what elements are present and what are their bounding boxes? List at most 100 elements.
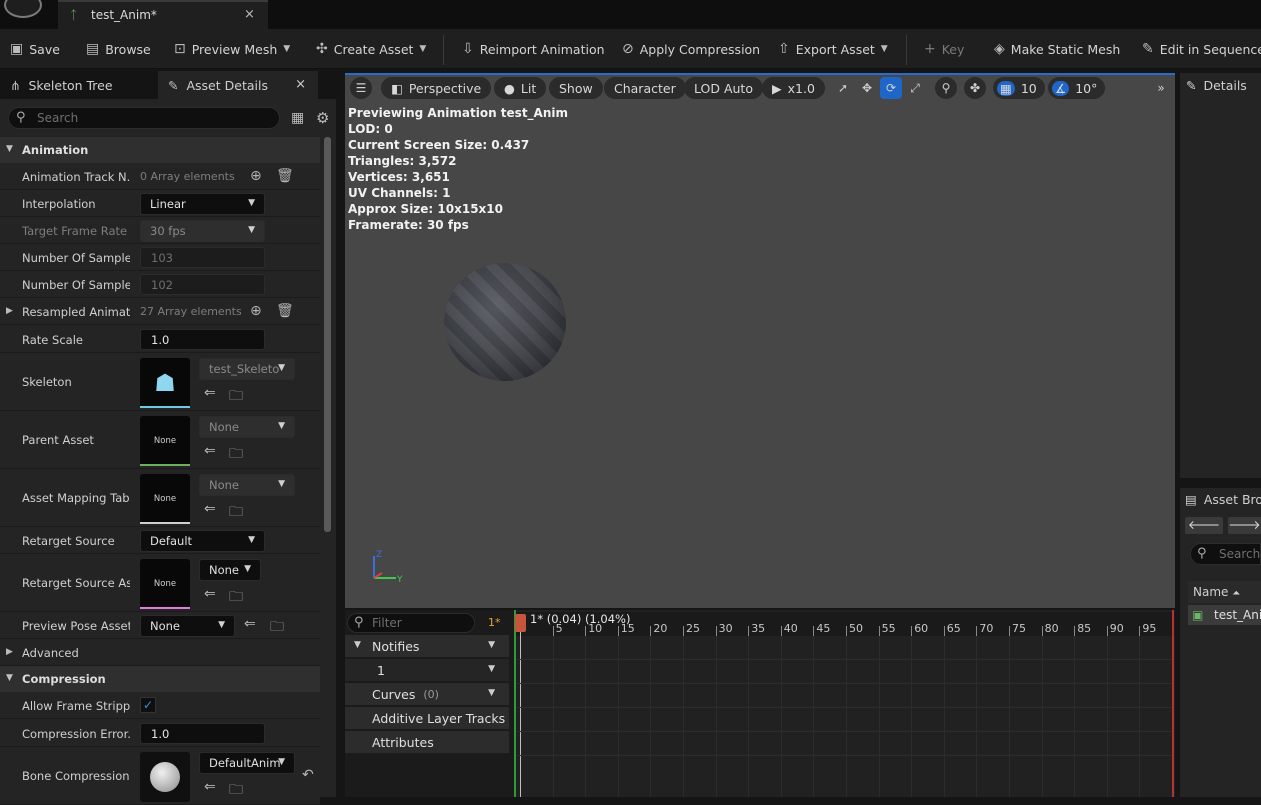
use-selected-icon[interactable]: ⇐ <box>204 443 216 459</box>
tab-skeleton-tree[interactable]: ⋔ Skeleton Tree <box>0 71 156 99</box>
search-input[interactable]: ⚲ Search <box>8 107 280 129</box>
add-element-icon[interactable]: ⊕ <box>250 168 262 184</box>
preview-mesh-button[interactable]: ⊡ Preview Mesh ▼ <box>174 39 290 59</box>
rotate-mode-icon[interactable]: ⟳ <box>880 77 902 99</box>
grid-snap-button[interactable]: ▦ 10 <box>993 77 1045 99</box>
number-of-samples-field[interactable]: 103 <box>140 247 265 268</box>
details-icon: ✎ <box>1186 77 1197 93</box>
chevron-down-icon: ▼ <box>218 620 225 630</box>
asset-mapping-select[interactable]: None ▼ <box>199 474 295 496</box>
playhead-handle[interactable] <box>515 614 526 632</box>
use-selected-icon[interactable]: ⇐ <box>204 385 216 401</box>
retarget-source-thumbnail[interactable]: None <box>140 559 190 609</box>
playback-speed-button[interactable]: ▶ x1.0 <box>762 77 825 99</box>
ruler-tick-label: 55 <box>881 622 896 635</box>
character-button[interactable]: Character <box>604 77 686 99</box>
browse-button[interactable]: ▤ Browse <box>86 39 151 59</box>
perspective-button[interactable]: ◧ Perspective <box>381 77 492 99</box>
add-element-icon[interactable]: ⊕ <box>250 303 262 319</box>
asset-search-input[interactable]: ⚲ Search <box>1190 543 1261 565</box>
browse-folder-icon[interactable]: 🗀 <box>229 779 243 803</box>
track-attributes[interactable]: Attributes <box>345 731 509 753</box>
track-notifies[interactable]: ▼ Notifies ▼ <box>345 635 509 657</box>
select-mode-icon[interactable]: ➚ <box>832 77 854 99</box>
translate-mode-icon[interactable]: ✥ <box>856 77 878 99</box>
trash-icon[interactable]: 🗑︎ <box>276 303 294 319</box>
allow-frame-stripping-checkbox[interactable]: ✓ <box>140 697 156 713</box>
preview-pose-select[interactable]: None ▼ <box>140 615 235 637</box>
stat-line: Vertices: 3,651 <box>348 170 450 184</box>
details-scrollbar[interactable] <box>324 137 331 532</box>
browse-folder-icon[interactable]: 🗀 <box>229 501 243 525</box>
tab-asset-browser[interactable]: ▤ Asset Bro <box>1180 488 1261 510</box>
preview-sphere-mesh[interactable] <box>444 263 566 381</box>
table-view-icon[interactable]: ▦ <box>291 110 304 126</box>
lod-button[interactable]: LOD Auto <box>684 77 763 99</box>
edit-in-sequencer-button[interactable]: ✎ Edit in Sequencer <box>1142 39 1261 59</box>
use-selected-icon[interactable]: ⇐ <box>204 779 216 795</box>
create-asset-button[interactable]: ✣ Create Asset ▼ <box>316 39 426 59</box>
trash-icon[interactable]: 🗑︎ <box>276 168 294 184</box>
ruler-tick <box>813 626 815 636</box>
scale-mode-icon[interactable]: ⤢ <box>904 77 926 99</box>
use-selected-icon[interactable]: ⇐ <box>204 586 216 602</box>
retarget-source-select[interactable]: Default ▼ <box>140 530 265 552</box>
browse-folder-icon[interactable]: 🗀 <box>229 385 243 409</box>
tab-details[interactable]: ✎ Details <box>1180 73 1261 97</box>
column-header-name[interactable]: Name ⏶ <box>1188 581 1261 603</box>
tab-asset-details[interactable]: ✎ Asset Details × <box>158 71 318 99</box>
chevron-right-icon[interactable]: ▶ <box>6 306 13 316</box>
lit-button[interactable]: ● Lit <box>494 77 547 99</box>
parent-asset-select[interactable]: None ▼ <box>199 416 295 438</box>
bone-compression-thumbnail[interactable] <box>140 752 190 802</box>
parent-asset-thumbnail[interactable]: None <box>140 416 190 466</box>
category-animation[interactable]: ▼ Animation <box>0 137 320 163</box>
viewport-menu-icon[interactable]: ☰ <box>350 77 372 99</box>
settings-gear-icon[interactable]: ⚙ <box>316 109 329 127</box>
use-selected-icon[interactable]: ⇐ <box>244 616 256 632</box>
export-asset-button[interactable]: ⇧ Export Asset ▼ <box>778 39 888 59</box>
asset-mapping-thumbnail[interactable]: None <box>140 474 190 524</box>
apply-compression-button[interactable]: ⊘ Apply Compression <box>622 39 760 59</box>
physics-icon[interactable]: ✤ <box>964 77 986 99</box>
track-notify-row[interactable]: 1 ▼ <box>345 659 509 681</box>
expand-toolbar-icon[interactable]: » <box>1152 77 1170 99</box>
bone-select-icon[interactable]: ⚲ <box>935 77 957 99</box>
retarget-source-asset-select[interactable]: None ▼ <box>199 559 261 581</box>
show-button[interactable]: Show <box>549 77 603 99</box>
key-button[interactable]: + Key <box>924 39 964 59</box>
forward-arrow-icon[interactable]: 🡒 <box>1228 517 1261 534</box>
close-tab-icon[interactable]: × <box>244 7 255 22</box>
row-advanced[interactable]: ▶ Advanced <box>0 639 320 666</box>
reimport-animation-button[interactable]: ⇩ Reimport Animation <box>462 39 605 59</box>
category-compression[interactable]: ▼ Compression <box>0 666 320 692</box>
timeline-graph[interactable] <box>514 610 1175 797</box>
skeleton-select[interactable]: test_Skeleto ▼ <box>199 358 295 380</box>
compression-error-field[interactable]: 1.0 <box>140 723 265 744</box>
frame-rate-select[interactable]: 30 fps ▼ <box>140 220 265 242</box>
browse-folder-icon[interactable]: 🗀 <box>229 443 243 467</box>
row-retarget-source-asset: Retarget Source As... None None ▼ ⇐ 🗀 <box>0 554 320 612</box>
make-static-mesh-button[interactable]: ◈ Make Static Mesh <box>994 39 1120 59</box>
interpolation-select[interactable]: Linear ▼ <box>140 193 265 215</box>
track-curves[interactable]: Curves (0) ▼ <box>345 683 509 705</box>
timeline-filter-input[interactable]: ⚲ Filter <box>347 613 475 633</box>
save-button[interactable]: ▣ Save <box>10 39 60 59</box>
browse-folder-icon[interactable]: 🗀 <box>270 616 284 640</box>
combo-value: Linear <box>150 197 186 211</box>
close-tab-icon[interactable]: × <box>295 77 306 92</box>
number-of-keys-field[interactable]: 102 <box>140 274 265 295</box>
browse-folder-icon[interactable]: 🗀 <box>229 586 243 610</box>
row-allow-frame-stripping: Allow Frame Strippi... ✓ <box>0 692 320 719</box>
back-arrow-icon[interactable]: 🡐 <box>1185 517 1223 534</box>
bone-compression-select[interactable]: DefaultAnim ▼ <box>199 752 295 774</box>
reset-to-default-icon[interactable]: ↶ <box>302 767 314 783</box>
unreal-logo-icon[interactable] <box>4 0 42 18</box>
angle-snap-button[interactable]: ∡ 10° <box>1048 77 1106 99</box>
document-tab[interactable]: ᛏ test_Anim* × <box>58 0 268 29</box>
use-selected-icon[interactable]: ⇐ <box>204 501 216 517</box>
asset-list-item[interactable]: ▣ test_Ani <box>1188 605 1261 625</box>
rate-scale-field[interactable]: 1.0 <box>140 329 265 350</box>
skeleton-thumbnail[interactable]: ☗ <box>140 358 190 408</box>
track-additive-layer[interactable]: Additive Layer Tracks <box>345 707 509 729</box>
